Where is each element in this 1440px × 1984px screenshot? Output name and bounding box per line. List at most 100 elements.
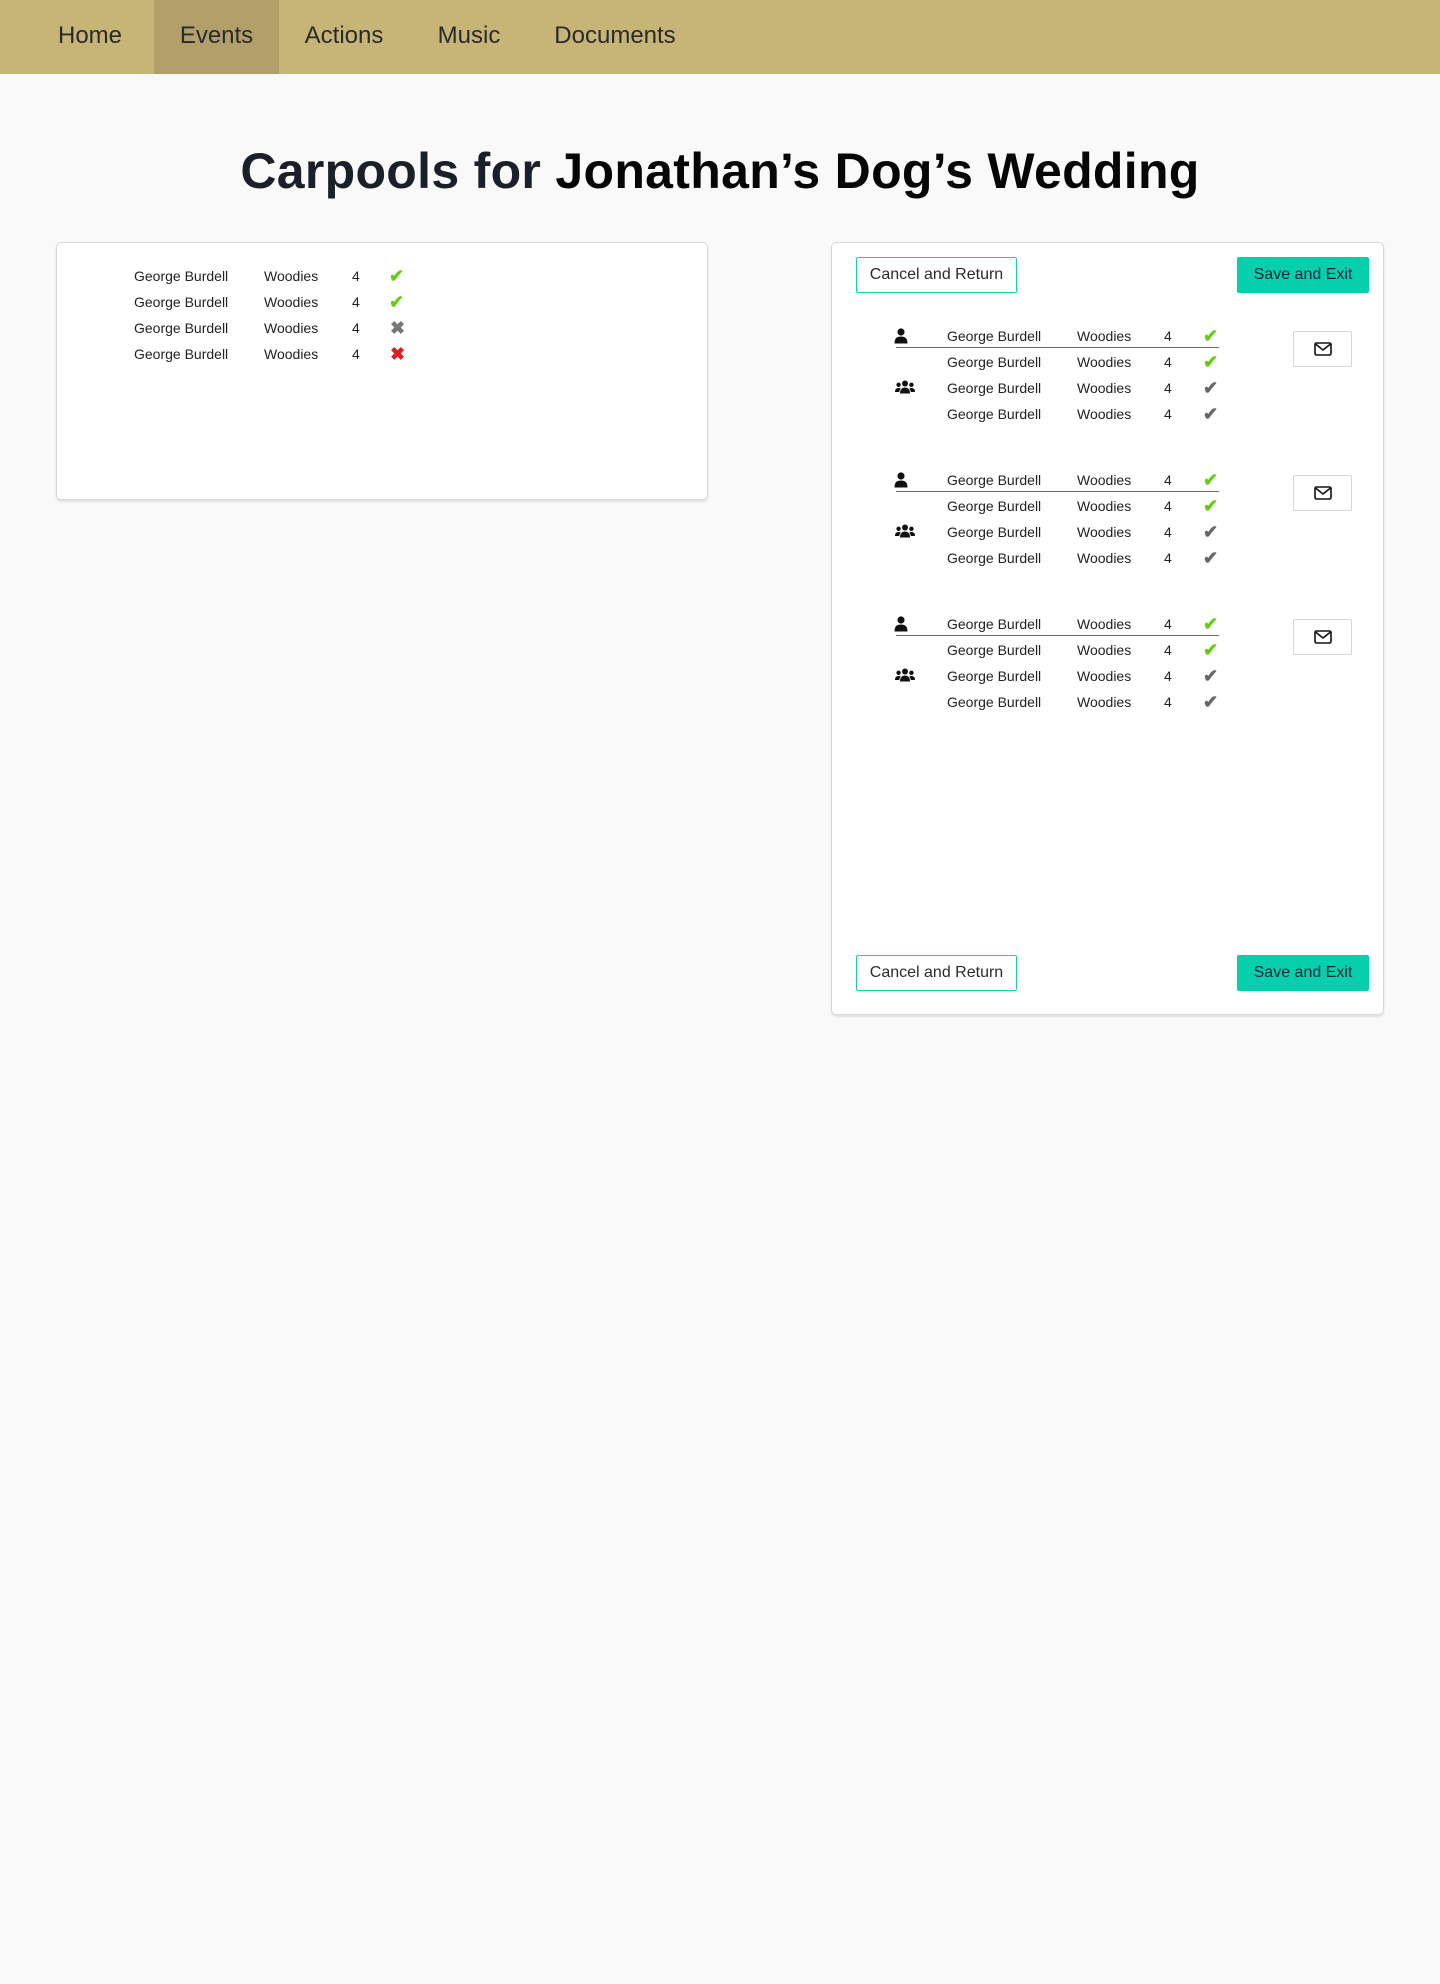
rider-location: Woodies [1077,550,1132,566]
list-item[interactable]: George Burdell Woodies 4 ✔ [947,375,1227,401]
list-item[interactable]: George Burdell Woodies 4 ✔ [947,493,1227,519]
rider-location: Woodies [1077,668,1132,684]
check-icon[interactable]: ✔ [1203,323,1218,349]
rider-seats: 4 [1164,550,1172,566]
close-icon[interactable]: ✖ [390,315,405,341]
rider-location: Woodies [264,294,319,310]
page-title-prefix: Carpools for [240,143,556,199]
rider-location: Woodies [264,320,319,336]
check-icon[interactable]: ✔ [1203,663,1218,689]
rider-seats: 4 [352,320,360,336]
list-item[interactable]: George Burdell Woodies 4 ✖ [134,315,434,341]
rider-location: Woodies [1077,380,1132,396]
page-title-event: Jonathan’s Dog’s Wedding [555,143,1200,199]
list-item[interactable]: George Burdell Woodies 4 ✔ [947,323,1227,349]
rider-seats: 4 [1164,616,1172,632]
rider-name: George Burdell [947,380,1042,396]
envelope-icon [1314,630,1332,644]
rider-location: Woodies [1077,498,1132,514]
rider-name: George Burdell [947,668,1042,684]
close-icon[interactable]: ✖ [390,341,405,367]
check-icon[interactable]: ✔ [1203,493,1218,519]
list-item[interactable]: George Burdell Woodies 4 ✔ [134,263,434,289]
rider-seats: 4 [1164,328,1172,344]
rider-location: Woodies [1077,354,1132,370]
rider-name: George Burdell [947,328,1042,344]
rider-location: Woodies [1077,328,1132,344]
rider-name: George Burdell [947,694,1042,710]
list-item[interactable]: George Burdell Woodies 4 ✔ [947,689,1227,715]
nav-item-documents[interactable]: Documents [529,0,701,74]
rider-name: George Burdell [947,616,1042,632]
rider-name: George Burdell [134,320,229,336]
list-item[interactable]: George Burdell Woodies 4 ✔ [947,611,1227,637]
rider-seats: 4 [1164,694,1172,710]
cancel-button[interactable]: Cancel and Return [856,257,1017,293]
check-icon[interactable]: ✔ [1203,467,1218,493]
rider-name: George Burdell [134,294,229,310]
check-icon[interactable]: ✔ [1203,637,1218,663]
nav-item-actions[interactable]: Actions [279,0,409,74]
users-icon [895,668,915,682]
nav-item-music[interactable]: Music [409,0,529,74]
list-item[interactable]: George Burdell Woodies 4 ✔ [947,401,1227,427]
envelope-icon [1314,486,1332,500]
email-carpool-button[interactable] [1293,619,1352,655]
carpool-editor-card: Cancel and Return Save and Exit George B… [831,242,1384,1015]
save-button[interactable]: Save and Exit [1237,955,1369,991]
email-carpool-button[interactable] [1293,475,1352,511]
list-item[interactable]: George Burdell Woodies 4 ✔ [947,519,1227,545]
rider-name: George Burdell [947,524,1042,540]
rider-location: Woodies [1077,524,1132,540]
check-icon[interactable]: ✔ [1203,545,1218,571]
rider-name: George Burdell [947,642,1042,658]
rider-location: Woodies [1077,642,1132,658]
rider-name: George Burdell [947,354,1042,370]
carpool-group: George Burdell Woodies 4 ✔ George Burdel… [832,467,1385,577]
save-button[interactable]: Save and Exit [1237,257,1369,293]
person-icon [894,616,908,632]
check-icon[interactable]: ✔ [1203,375,1218,401]
rider-location: Woodies [264,268,319,284]
carpool-group: George Burdell Woodies 4 ✔ George Burdel… [832,323,1385,433]
rider-location: Woodies [1077,406,1132,422]
person-icon [894,328,908,344]
users-icon [895,524,915,538]
rider-seats: 4 [1164,406,1172,422]
rider-location: Woodies [1077,616,1132,632]
list-item[interactable]: George Burdell Woodies 4 ✔ [947,637,1227,663]
list-item[interactable]: George Burdell Woodies 4 ✔ [947,663,1227,689]
list-item[interactable]: George Burdell Woodies 4 ✔ [134,289,434,315]
rider-seats: 4 [352,346,360,362]
check-icon[interactable]: ✔ [1203,689,1218,715]
list-item[interactable]: George Burdell Woodies 4 ✔ [947,349,1227,375]
rider-seats: 4 [352,268,360,284]
rider-seats: 4 [1164,668,1172,684]
top-nav: Home Events Actions Music Documents [0,0,1440,74]
check-icon[interactable]: ✔ [1203,349,1218,375]
rider-location: Woodies [1077,694,1132,710]
list-item[interactable]: George Burdell Woodies 4 ✔ [947,467,1227,493]
rider-location: Woodies [264,346,319,362]
rider-name: George Burdell [947,472,1042,488]
check-icon: ✔ [389,292,405,312]
rider-seats: 4 [352,294,360,310]
cancel-button[interactable]: Cancel and Return [856,955,1017,991]
carpool-list-card: George Burdell Woodies 4 ✔ George Burdel… [56,242,708,500]
check-icon[interactable]: ✔ [1203,401,1218,427]
email-carpool-button[interactable] [1293,331,1352,367]
rider-name: George Burdell [947,550,1042,566]
rider-name: George Burdell [134,346,229,362]
rider-seats: 4 [1164,498,1172,514]
list-item[interactable]: George Burdell Woodies 4 ✔ [947,545,1227,571]
nav-item-home[interactable]: Home [32,0,148,74]
rider-name: George Burdell [947,406,1042,422]
rider-name: George Burdell [947,498,1042,514]
check-icon[interactable]: ✔ [1203,519,1218,545]
check-icon[interactable]: ✔ [1203,611,1218,637]
rider-seats: 4 [1164,642,1172,658]
list-item[interactable]: George Burdell Woodies 4 ✖ [134,341,434,367]
rider-seats: 4 [1164,354,1172,370]
nav-item-events[interactable]: Events [154,0,279,74]
person-icon [894,472,908,488]
